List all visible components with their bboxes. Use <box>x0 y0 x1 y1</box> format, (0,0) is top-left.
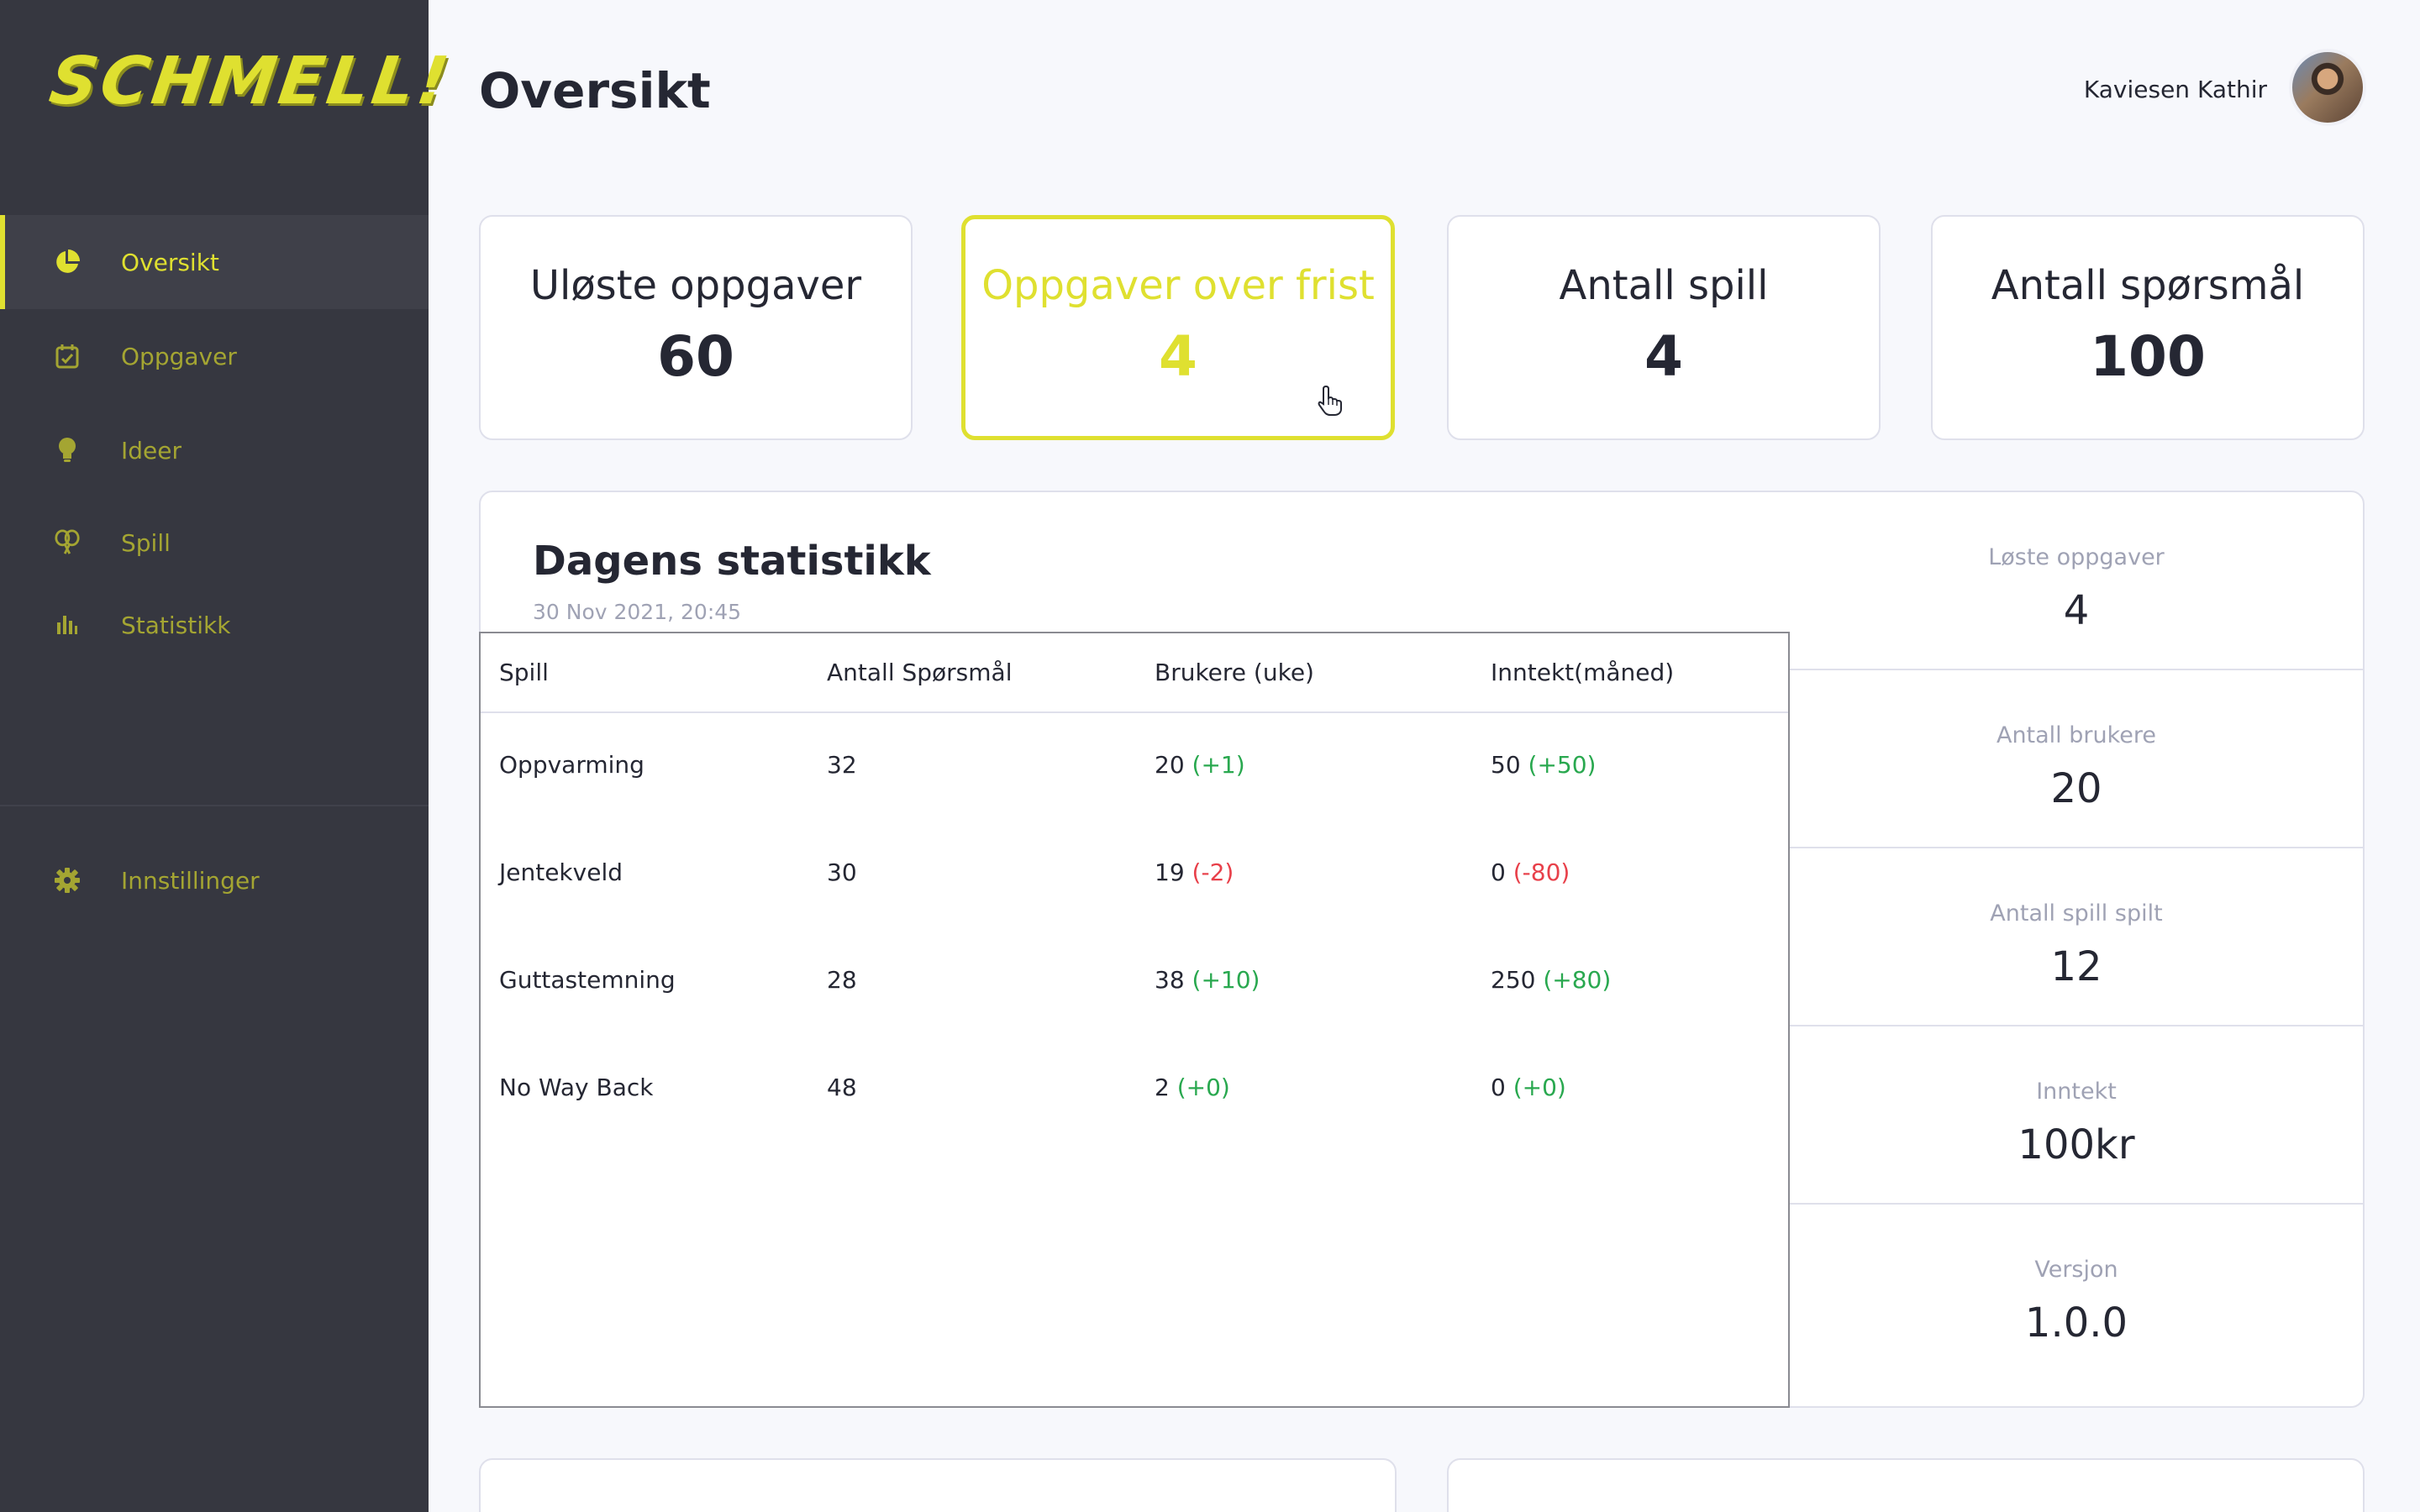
sidebar-divider <box>0 805 429 806</box>
kpi-value: 60 <box>657 324 734 389</box>
stat-value: 100kr <box>2018 1121 2135 1168</box>
sidebar: SCHMELL! Oversikt Oppgaver Ideer Spill S… <box>0 0 456 1512</box>
table-header-users[interactable]: Brukere (uke) <box>1155 659 1314 686</box>
stats-title: Dagens statistikk <box>533 538 931 585</box>
income-delta: (+80) <box>1543 966 1612 994</box>
stat-value: 12 <box>2050 943 2102 990</box>
sidebar-item-innstillinger[interactable]: Innstillinger <box>0 833 429 927</box>
lightbulb-icon <box>54 437 81 464</box>
sidebar-item-label: Innstillinger <box>121 866 260 895</box>
cell-income: 250 (+80) <box>1491 966 1612 994</box>
stat-label: Løste oppgaver <box>1988 544 2165 570</box>
stat-income: Inntekt 100kr <box>1790 1026 2363 1205</box>
cell-users: 38 (+10) <box>1155 966 1260 994</box>
bottom-card-right <box>1447 1458 2365 1512</box>
users-delta: (+10) <box>1192 966 1260 994</box>
kpi-card-unsolved-tasks[interactable]: Uløste oppgaver 60 <box>479 215 913 440</box>
stat-label: Inntekt <box>2036 1079 2117 1105</box>
users-delta: (-2) <box>1192 858 1234 886</box>
cell-income: 0 (+0) <box>1491 1074 1566 1101</box>
hand-cursor-icon <box>1318 385 1342 416</box>
users-delta: (+1) <box>1192 751 1245 779</box>
gear-icon <box>54 867 81 894</box>
cell-users: 20 (+1) <box>1155 751 1245 779</box>
kpi-card-game-count[interactable]: Antall spill 4 <box>1447 215 1881 440</box>
cell-questions: 30 <box>827 858 857 886</box>
kpi-label: Antall spørsmål <box>1991 262 2305 309</box>
cell-questions: 48 <box>827 1074 857 1101</box>
stat-user-count: Antall brukere 20 <box>1790 670 2363 848</box>
kpi-label: Oppgaver over frist <box>981 262 1375 309</box>
income-delta: (-80) <box>1512 858 1570 886</box>
stat-games-played: Antall spill spilt 12 <box>1790 848 2363 1026</box>
sidebar-item-ideer[interactable]: Ideer <box>0 403 429 497</box>
table-header-income[interactable]: Inntekt(måned) <box>1491 659 1674 686</box>
income-delta: (+0) <box>1512 1074 1566 1101</box>
sidebar-item-oversikt[interactable]: Oversikt <box>0 215 429 309</box>
cell-users: 2 (+0) <box>1155 1074 1230 1101</box>
app-logo[interactable]: SCHMELL! <box>45 44 456 119</box>
stat-label: Antall brukere <box>1996 722 2157 748</box>
kpi-value: 4 <box>1159 324 1197 389</box>
cell-income: 50 (+50) <box>1491 751 1597 779</box>
stats-table: Spill Antall Spørsmål Brukere (uke) Innt… <box>479 632 1790 1408</box>
sidebar-item-label: Oppgaver <box>121 342 237 370</box>
cell-game: Jentekveld <box>499 858 623 886</box>
avatar[interactable] <box>2289 49 2366 126</box>
cell-game: No Way Back <box>499 1074 654 1101</box>
kpi-label: Uløste oppgaver <box>529 262 862 309</box>
users-delta: (+0) <box>1176 1074 1230 1101</box>
cell-game: Oppvarming <box>499 751 644 779</box>
sidebar-item-label: Ideer <box>121 436 182 465</box>
stat-solved-tasks: Løste oppgaver 4 <box>1790 492 2363 670</box>
kpi-value: 4 <box>1644 324 1683 389</box>
stat-label: Versjon <box>2034 1257 2118 1283</box>
stat-label: Antall spill spilt <box>1990 900 2163 927</box>
summary-stats: Løste oppgaver 4 Antall brukere 20 Antal… <box>1790 492 2363 1406</box>
sidebar-item-label: Statistikk <box>121 611 231 639</box>
sidebar-item-spill[interactable]: Spill <box>0 496 429 590</box>
cell-users: 19 (-2) <box>1155 858 1234 886</box>
kpi-card-question-count[interactable]: Antall spørsmål 100 <box>1931 215 2365 440</box>
cell-questions: 32 <box>827 751 857 779</box>
cell-questions: 28 <box>827 966 857 994</box>
sidebar-item-label: Spill <box>121 528 171 557</box>
user-name[interactable]: Kaviesen Kathir <box>2084 76 2267 103</box>
stat-version: Versjon 1.0.0 <box>1790 1205 2363 1383</box>
sidebar-item-oppgaver[interactable]: Oppgaver <box>0 309 429 403</box>
stats-date: 30 Nov 2021, 20:45 <box>533 600 742 624</box>
stat-value: 20 <box>2050 765 2102 812</box>
calendar-check-icon <box>54 343 81 370</box>
pie-chart-icon <box>54 249 81 276</box>
rackets-icon <box>54 529 81 556</box>
sidebar-item-label: Oversikt <box>121 248 219 276</box>
table-header-questions[interactable]: Antall Spørsmål <box>827 659 1013 686</box>
bottom-card-left <box>479 1458 1397 1512</box>
table-header-game[interactable]: Spill <box>499 659 549 686</box>
cell-income: 0 (-80) <box>1491 858 1570 886</box>
bar-chart-icon <box>54 612 81 638</box>
stat-value: 4 <box>2063 587 2090 634</box>
sidebar-item-statistikk[interactable]: Statistikk <box>0 578 429 672</box>
table-header-divider <box>481 711 1788 713</box>
kpi-value: 100 <box>2090 324 2206 389</box>
stat-value: 1.0.0 <box>2024 1299 2128 1347</box>
page-title: Oversikt <box>479 62 711 119</box>
cell-game: Guttastemning <box>499 966 676 994</box>
income-delta: (+50) <box>1528 751 1597 779</box>
kpi-label: Antall spill <box>1559 262 1769 309</box>
